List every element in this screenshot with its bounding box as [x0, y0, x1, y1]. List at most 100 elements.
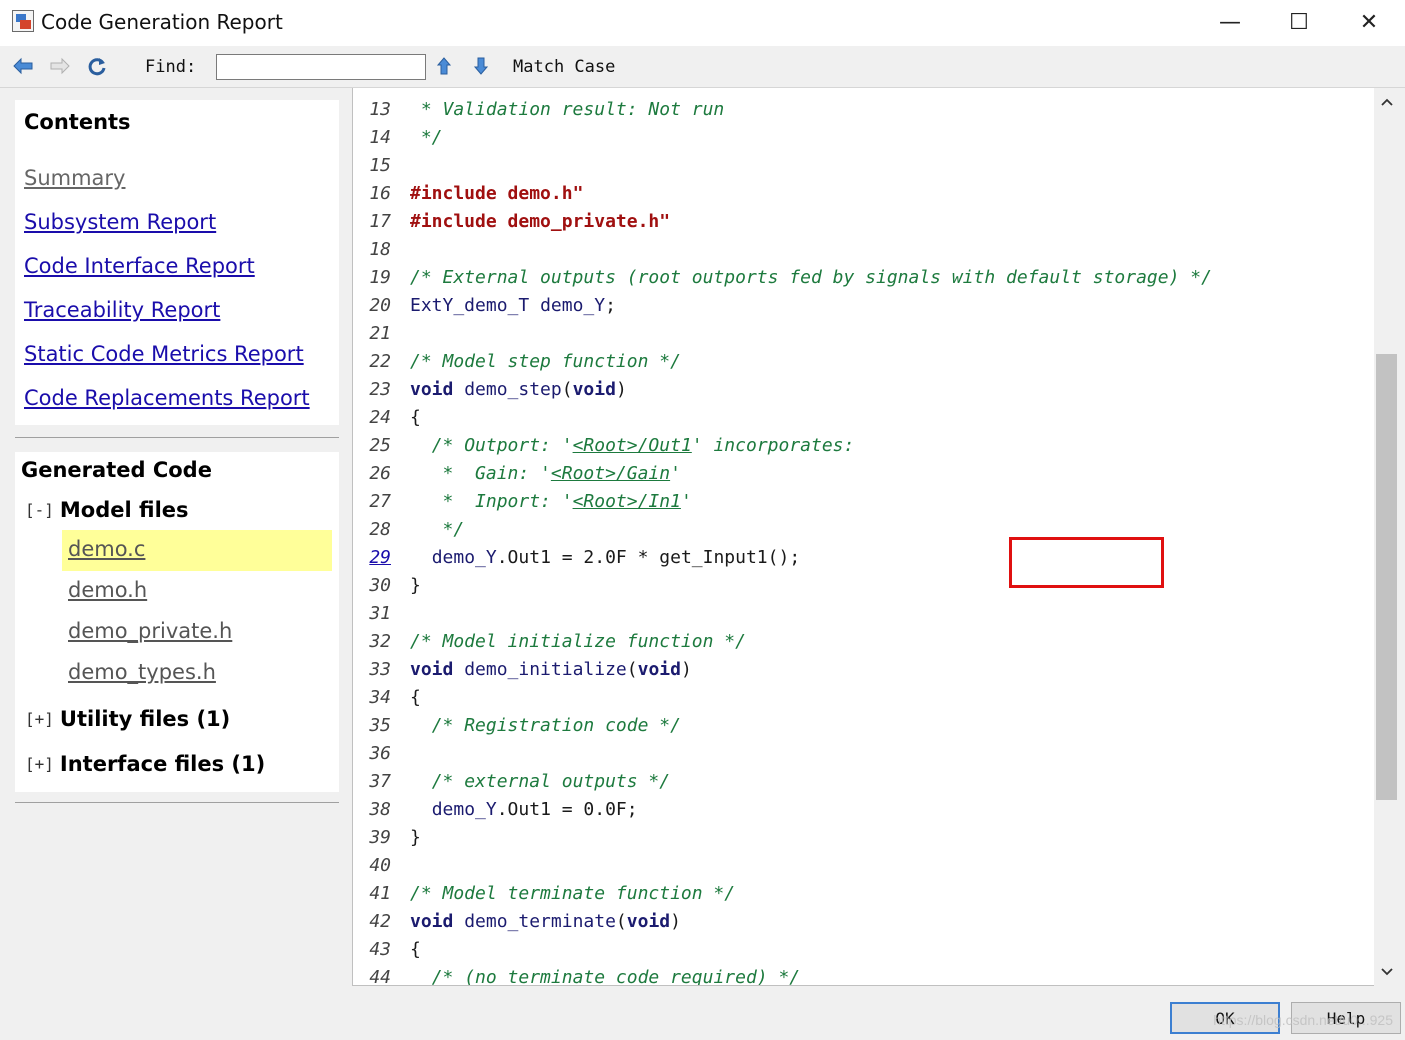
line-number: 27	[369, 491, 391, 512]
line-number: 32	[369, 631, 391, 652]
model-files-group[interactable]: [-] Model files	[25, 498, 189, 522]
code-text: /* Registration code */	[431, 715, 681, 736]
maximize-button[interactable]: ☐	[1264, 0, 1334, 45]
match-case-option[interactable]: Match Case	[513, 57, 615, 77]
code-line: 29 demo_Y.Out1 = 2.0F * get_Input1();	[353, 544, 1374, 572]
code-line: 43 {	[353, 936, 1374, 964]
file-link-demo-h[interactable]: demo.h	[68, 578, 147, 602]
line-number: 25	[369, 435, 391, 456]
minimize-button[interactable]: —	[1195, 0, 1265, 45]
utility-files-group[interactable]: [+] Utility files (1)	[25, 707, 230, 731]
code-text: demo_Y.Out1 = 0.0F;	[431, 799, 638, 820]
code-line: 44 /* (no terminate code required) */	[353, 964, 1374, 985]
code-line: 23 void demo_step(void)	[353, 376, 1374, 404]
code-line: 37 /* external outputs */	[353, 768, 1374, 796]
divider	[15, 437, 339, 438]
code-line: 31	[353, 600, 1374, 628]
file-link-demo-c[interactable]: demo.c	[68, 537, 145, 561]
code-line: 41 /* Model terminate function */	[353, 880, 1374, 908]
code-line: 39}	[353, 824, 1374, 852]
code-text: #include demo.h"	[410, 183, 584, 204]
expand-toggle[interactable]: [+]	[25, 755, 54, 774]
line-number: 37	[369, 771, 391, 792]
code-text: /* Model initialize function */	[410, 631, 746, 652]
code-text: void demo_terminate(void)	[410, 911, 681, 932]
code-line: 40	[353, 852, 1374, 880]
traceability-report-link[interactable]: Traceability Report	[24, 298, 220, 322]
group-label: Model files	[59, 498, 189, 522]
find-input[interactable]	[216, 54, 426, 80]
code-line: 19 /* External outputs (root outports fed…	[353, 264, 1374, 292]
code-line: 15	[353, 152, 1374, 180]
line-number: 14	[369, 127, 391, 148]
code-line: 35 /* Registration code */	[353, 712, 1374, 740]
line-number: 18	[369, 239, 391, 260]
code-line: 22 /* Model step function */	[353, 348, 1374, 376]
refresh-icon[interactable]	[85, 54, 109, 78]
code-text: */	[410, 127, 443, 148]
dialog-button-bar: OK Help https://blog.csdn.net/u0...925	[0, 998, 1405, 1040]
code-text: */	[410, 519, 465, 540]
code-text: /* external outputs */	[431, 771, 671, 792]
line-number: 31	[369, 603, 391, 624]
interface-files-group[interactable]: [+] Interface files (1)	[25, 752, 265, 776]
back-arrow-icon[interactable]	[11, 54, 35, 78]
find-label: Find:	[145, 57, 197, 77]
close-button[interactable]: ✕	[1334, 0, 1404, 45]
code-viewer[interactable]: 13 * Validation result: Not run 14 */15 16…	[352, 88, 1374, 986]
line-number: 36	[369, 743, 391, 764]
code-text: {	[410, 687, 421, 708]
line-number: 17	[369, 211, 391, 232]
code-text: /* Model terminate function */	[410, 883, 736, 904]
code-text: void demo_step(void)	[410, 379, 627, 400]
main-area: Contents Summary Subsystem Report Code I…	[0, 88, 1405, 998]
code-text: /* Model step function */	[410, 351, 681, 372]
group-label: Interface files (1)	[59, 752, 266, 776]
line-number: 22	[369, 351, 391, 372]
vertical-scrollbar[interactable]	[1374, 88, 1399, 986]
forward-arrow-icon[interactable]	[48, 54, 72, 78]
code-interface-report-link[interactable]: Code Interface Report	[24, 254, 255, 278]
line-number: 19	[369, 267, 391, 288]
code-line: 27 * Inport: '<Root>/In1'	[353, 488, 1374, 516]
line-number: 41	[369, 883, 391, 904]
line-number-link[interactable]: 29	[353, 544, 391, 572]
line-number: 40	[369, 855, 391, 876]
title-bar: Code Generation Report — ☐ ✕	[0, 0, 1405, 45]
arrow-up-icon[interactable]	[432, 54, 456, 78]
code-text: #include demo_private.h"	[410, 211, 671, 232]
code-line: 17 #include demo_private.h"	[353, 208, 1374, 236]
line-number: 30	[369, 575, 391, 596]
code-line: 21	[353, 320, 1374, 348]
code-line: 18	[353, 236, 1374, 264]
line-number: 13	[369, 99, 391, 120]
scroll-thumb[interactable]	[1376, 354, 1397, 800]
code-line: 32 /* Model initialize function */	[353, 628, 1374, 656]
file-link-demo-private-h[interactable]: demo_private.h	[68, 619, 232, 643]
line-number: 26	[369, 463, 391, 484]
code-replacements-report-link[interactable]: Code Replacements Report	[24, 386, 310, 410]
line-number: 33	[369, 659, 391, 680]
code-line: 34 {	[353, 684, 1374, 712]
file-link-demo-types-h[interactable]: demo_types.h	[68, 660, 216, 684]
scroll-down-icon[interactable]	[1374, 960, 1399, 984]
subsystem-report-link[interactable]: Subsystem Report	[24, 210, 216, 234]
scroll-up-icon[interactable]	[1374, 90, 1399, 114]
summary-link[interactable]: Summary	[24, 166, 125, 190]
arrow-down-icon[interactable]	[469, 54, 493, 78]
collapse-toggle[interactable]: [-]	[25, 501, 54, 520]
code-text: * Inport: '<Root>/In1'	[410, 491, 692, 512]
line-number: 35	[369, 715, 391, 736]
line-number: 34	[369, 687, 391, 708]
expand-toggle[interactable]: [+]	[25, 710, 54, 729]
code-text: }	[410, 827, 421, 848]
code-line: 16 #include demo.h"	[353, 180, 1374, 208]
window-title: Code Generation Report	[41, 10, 283, 34]
code-line: 36	[353, 740, 1374, 768]
line-number: 42	[369, 911, 391, 932]
toolbar: Find: Match Case	[0, 46, 1405, 88]
static-code-metrics-report-link[interactable]: Static Code Metrics Report	[24, 342, 304, 366]
code-text: {	[410, 407, 421, 428]
line-number: 20	[369, 295, 391, 316]
code-text: }	[410, 575, 421, 596]
